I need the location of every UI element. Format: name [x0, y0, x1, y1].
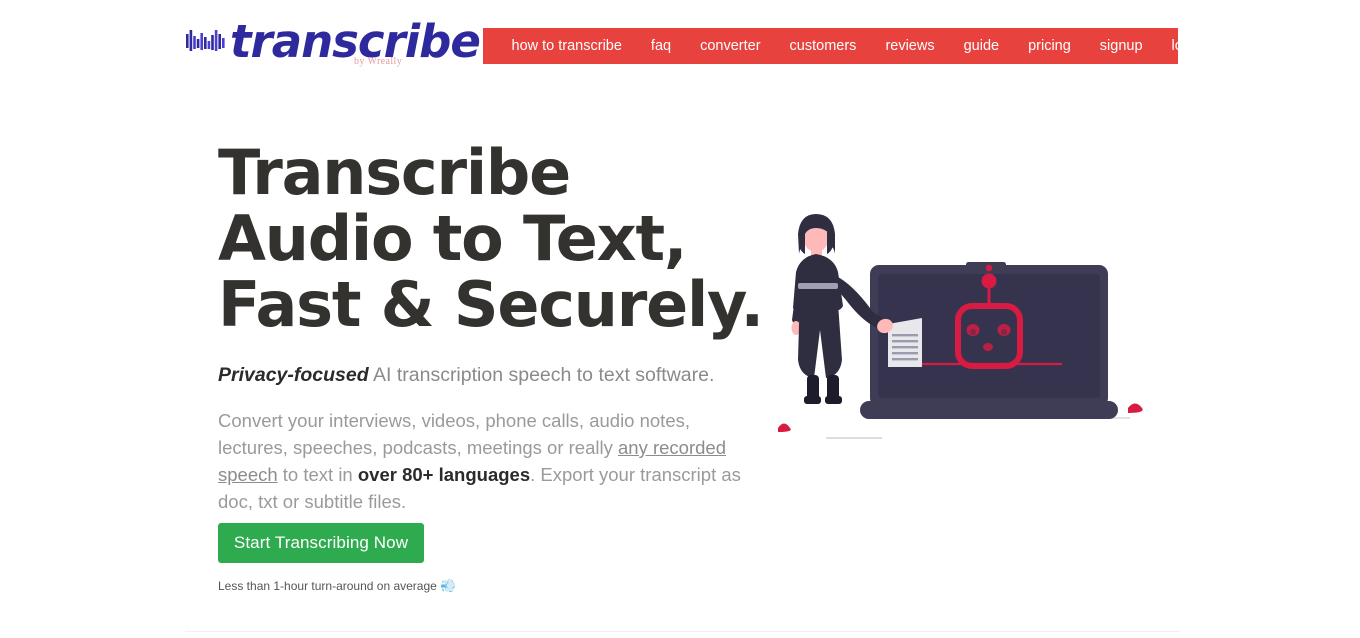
page-title: Transcribe Audio to Text, Fast & Securel…	[218, 140, 778, 338]
document-icon	[888, 318, 922, 367]
nav-item-pricing[interactable]: pricing	[1014, 28, 1086, 64]
nav-item-faq[interactable]: faq	[636, 28, 685, 64]
waveform-icon	[186, 30, 225, 51]
hero-heading-line-2: Audio to Text,	[218, 202, 687, 275]
hero-subheading: Privacy-focused AI transcription speech …	[218, 338, 778, 388]
nav-item-login[interactable]: login	[1157, 28, 1217, 64]
turnaround-note: Less than 1-hour turn-around on average …	[218, 578, 456, 594]
section-divider	[185, 631, 1180, 632]
logo-tagline: by Wreally	[354, 56, 403, 67]
red-rock-left	[778, 423, 791, 432]
site-logo[interactable]: transcribe by Wreally	[186, 15, 481, 74]
start-transcribing-button[interactable]: Start Transcribing Now	[218, 523, 424, 563]
turnaround-note-text: Less than 1-hour turn-around on average	[218, 579, 437, 593]
nav-item-customers[interactable]: customers	[775, 28, 871, 64]
hero-body-text: Convert your interviews, videos, phone c…	[218, 388, 753, 515]
nav-item-converter[interactable]: converter	[686, 28, 775, 64]
hero-heading-line-1: Transcribe	[218, 136, 571, 209]
nav-item-guide[interactable]: guide	[949, 28, 1013, 64]
nav-item-how-to-transcribe[interactable]: how to transcribe	[497, 28, 636, 64]
nav-item-reviews[interactable]: reviews	[871, 28, 949, 64]
hero-heading-line-3: Fast & Securely.	[218, 268, 764, 341]
hero-subheading-emphasis: Privacy-focused	[218, 364, 369, 386]
red-rock-right	[1128, 403, 1143, 413]
dash-speed-icon: 💨	[440, 578, 457, 593]
hero-body-languages-emphasis: over 80+ languages	[357, 464, 531, 485]
main-navigation: how to transcribe faq converter customer…	[483, 28, 1202, 64]
hero-body-part-2: to text in	[277, 464, 358, 485]
hero-subheading-rest: AI transcription speech to text software…	[368, 364, 715, 386]
landing-page: transcribe by Wreally how to transcribe …	[0, 0, 1360, 638]
nav-item-signup[interactable]: signup	[1085, 28, 1157, 64]
hero-illustration	[778, 214, 1143, 439]
hero-text-block: Transcribe Audio to Text, Fast & Securel…	[218, 140, 778, 515]
site-header: transcribe by Wreally how to transcribe …	[0, 0, 1360, 95]
